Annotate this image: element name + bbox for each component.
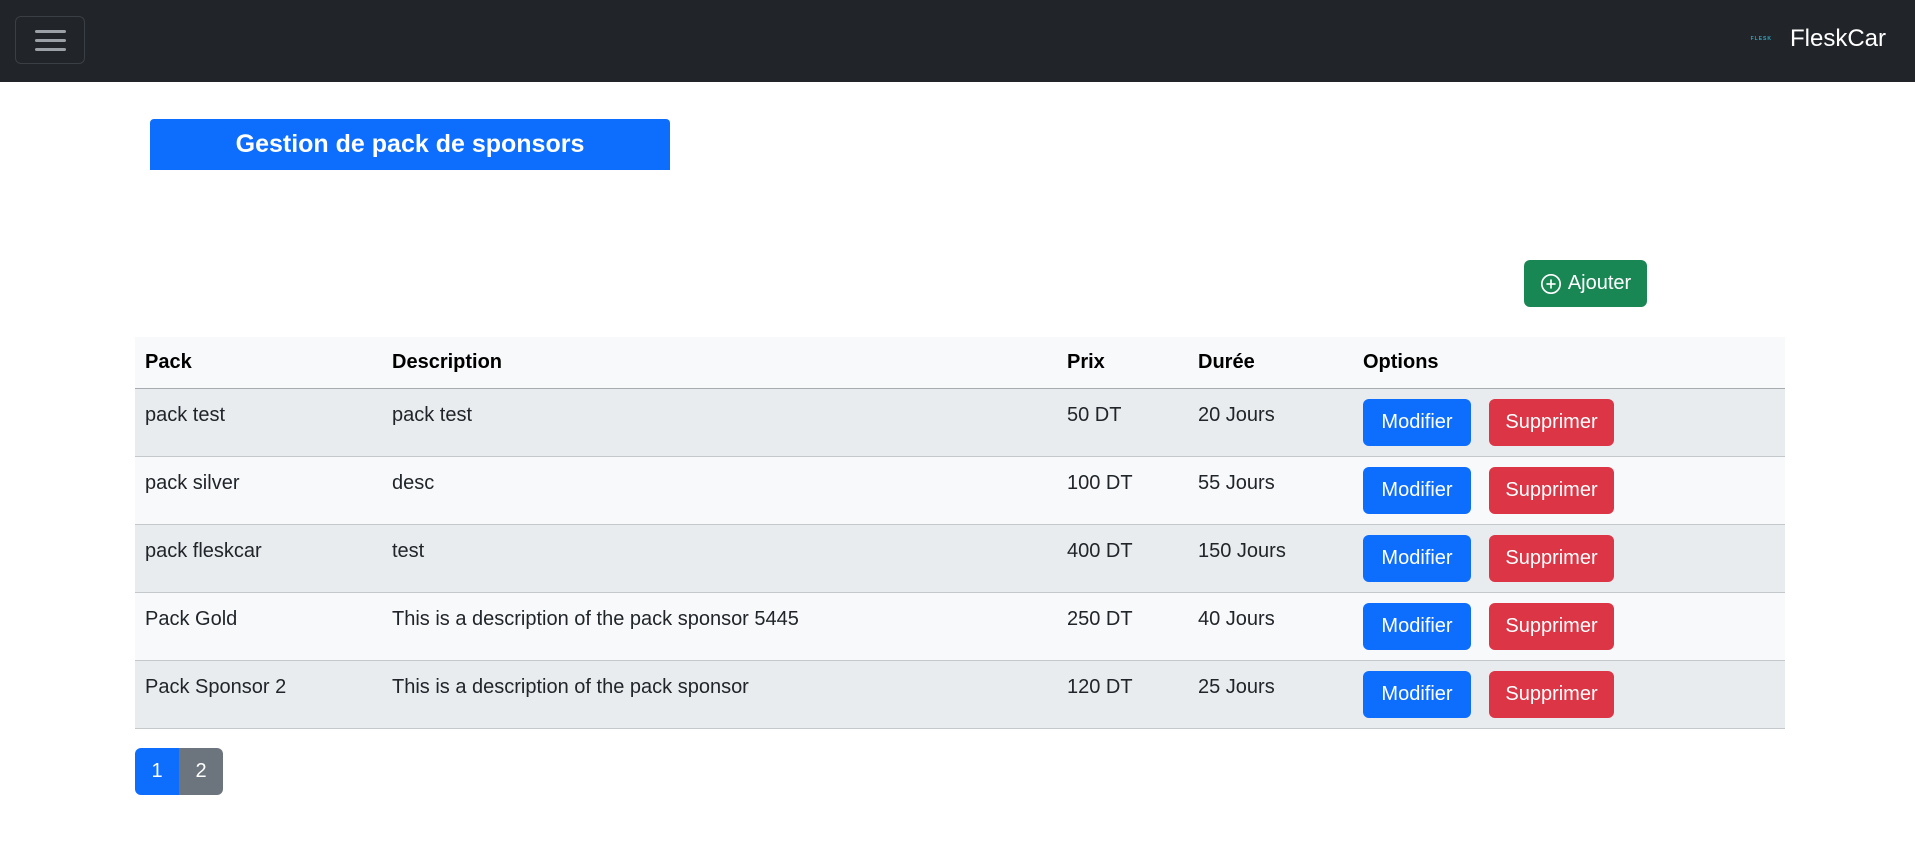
cell-prix: 50 DT (1057, 388, 1188, 457)
cell-duree: 40 Jours (1188, 592, 1353, 661)
page-title-box: Gestion de pack de sponsors (150, 119, 670, 170)
cell-duree: 25 Jours (1188, 660, 1353, 729)
cell-prix: 100 DT (1057, 456, 1188, 525)
cell-options: Modifier Supprimer (1353, 660, 1785, 729)
modify-button[interactable]: Modifier (1363, 534, 1471, 582)
cell-description: This is a description of the pack sponso… (382, 660, 1057, 729)
modify-button[interactable]: Modifier (1363, 670, 1471, 718)
delete-button[interactable]: Supprimer (1489, 534, 1614, 582)
table-row: Pack Sponsor 2 This is a description of … (135, 660, 1785, 729)
column-header-options: Options (1353, 337, 1785, 389)
page-link-1[interactable]: 1 (135, 748, 179, 795)
cell-pack: Pack Gold (135, 592, 382, 661)
modify-button[interactable]: Modifier (1363, 398, 1471, 446)
delete-button[interactable]: Supprimer (1489, 466, 1614, 514)
column-header-pack: Pack (135, 337, 382, 389)
table-row: pack silver desc 100 DT 55 Jours Modifie… (135, 456, 1785, 525)
cell-pack: pack silver (135, 456, 382, 525)
table-header-row: Pack Description Prix Durée Options (135, 337, 1785, 389)
cell-pack: pack fleskcar (135, 524, 382, 593)
brand-logo: FLESK (1750, 36, 1772, 42)
brand-name: FleskCar (1789, 25, 1886, 52)
cell-options: Modifier Supprimer (1353, 456, 1785, 525)
cell-description: test (382, 524, 1057, 593)
cell-pack: pack test (135, 388, 382, 457)
page-title: Gestion de pack de sponsors (235, 130, 585, 158)
delete-button[interactable]: Supprimer (1489, 670, 1614, 718)
column-header-duree: Durée (1188, 337, 1353, 389)
cell-duree: 20 Jours (1188, 388, 1353, 457)
add-button-label: Ajouter (1567, 272, 1632, 294)
cell-pack: Pack Sponsor 2 (135, 660, 382, 729)
brand-link[interactable]: FLESK FleskCar (1751, 24, 1886, 54)
cell-description: This is a description of the pack sponso… (382, 592, 1057, 661)
cell-description: desc (382, 456, 1057, 525)
table-row: Pack Gold This is a description of the p… (135, 592, 1785, 661)
pagination: 1 2 (135, 748, 223, 795)
cell-duree: 55 Jours (1188, 456, 1353, 525)
hamburger-icon-bar (35, 48, 66, 51)
table-row: pack fleskcar test 400 DT 150 Jours Modi… (135, 524, 1785, 593)
cell-duree: 150 Jours (1188, 524, 1353, 593)
hamburger-icon-bar (35, 39, 66, 42)
add-pack-button[interactable]: Ajouter (1524, 260, 1647, 307)
table-row: pack test pack test 50 DT 20 Jours Modif… (135, 388, 1785, 457)
modify-button[interactable]: Modifier (1363, 466, 1471, 514)
cell-options: Modifier Supprimer (1353, 592, 1785, 661)
column-header-description: Description (382, 337, 1057, 389)
delete-button[interactable]: Supprimer (1489, 602, 1614, 650)
hamburger-icon (35, 30, 66, 33)
menu-toggle-button[interactable] (15, 16, 85, 64)
cell-options: Modifier Supprimer (1353, 524, 1785, 593)
cell-options: Modifier Supprimer (1353, 388, 1785, 457)
delete-button[interactable]: Supprimer (1489, 398, 1614, 446)
sponsor-packs-table: Pack Description Prix Durée Options pack… (135, 337, 1785, 729)
top-navbar: FLESK FleskCar (0, 0, 1915, 82)
page-link-2[interactable]: 2 (179, 748, 223, 795)
cell-description: pack test (382, 388, 1057, 457)
cell-prix: 120 DT (1057, 660, 1188, 729)
cell-prix: 250 DT (1057, 592, 1188, 661)
modify-button[interactable]: Modifier (1363, 602, 1471, 650)
cell-prix: 400 DT (1057, 524, 1188, 593)
column-header-prix: Prix (1057, 337, 1188, 389)
plus-circle-icon (1540, 273, 1561, 294)
